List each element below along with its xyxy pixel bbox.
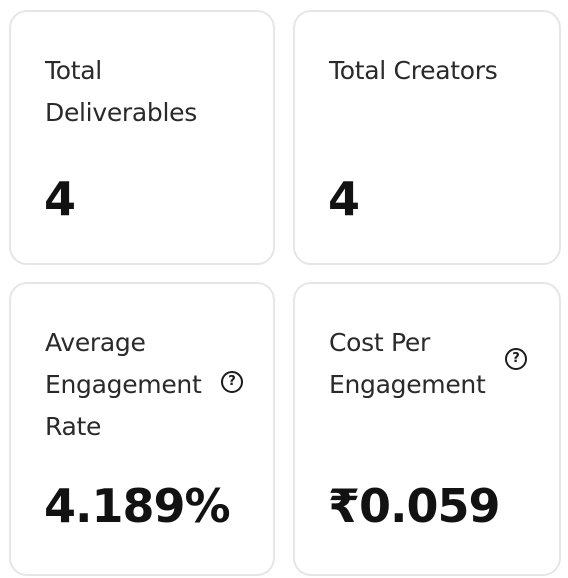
question-circle-icon[interactable]: ? <box>221 371 243 393</box>
total-deliverables-card: Total Deliverables 4 <box>9 10 275 265</box>
cost-per-engagement-value: ₹0.059 <box>328 479 501 533</box>
cost-per-engagement-card: Cost Per Engagement ? ₹0.059 <box>293 282 561 576</box>
total-creators-label: Total Creators <box>329 56 498 85</box>
question-circle-icon[interactable]: ? <box>505 348 527 370</box>
total-deliverables-label: Total Deliverables <box>45 56 197 127</box>
average-engagement-rate-value: 4.189% <box>44 479 231 533</box>
cost-per-engagement-label: Cost Per Engagement <box>329 328 486 399</box>
average-engagement-rate-label: Average Engagement Rate <box>45 328 202 441</box>
total-creators-value: 4 <box>328 172 360 226</box>
total-deliverables-value: 4 <box>44 172 76 226</box>
average-engagement-rate-card: Average Engagement Rate ? 4.189% <box>9 282 275 576</box>
total-creators-card: Total Creators 4 <box>293 10 561 265</box>
